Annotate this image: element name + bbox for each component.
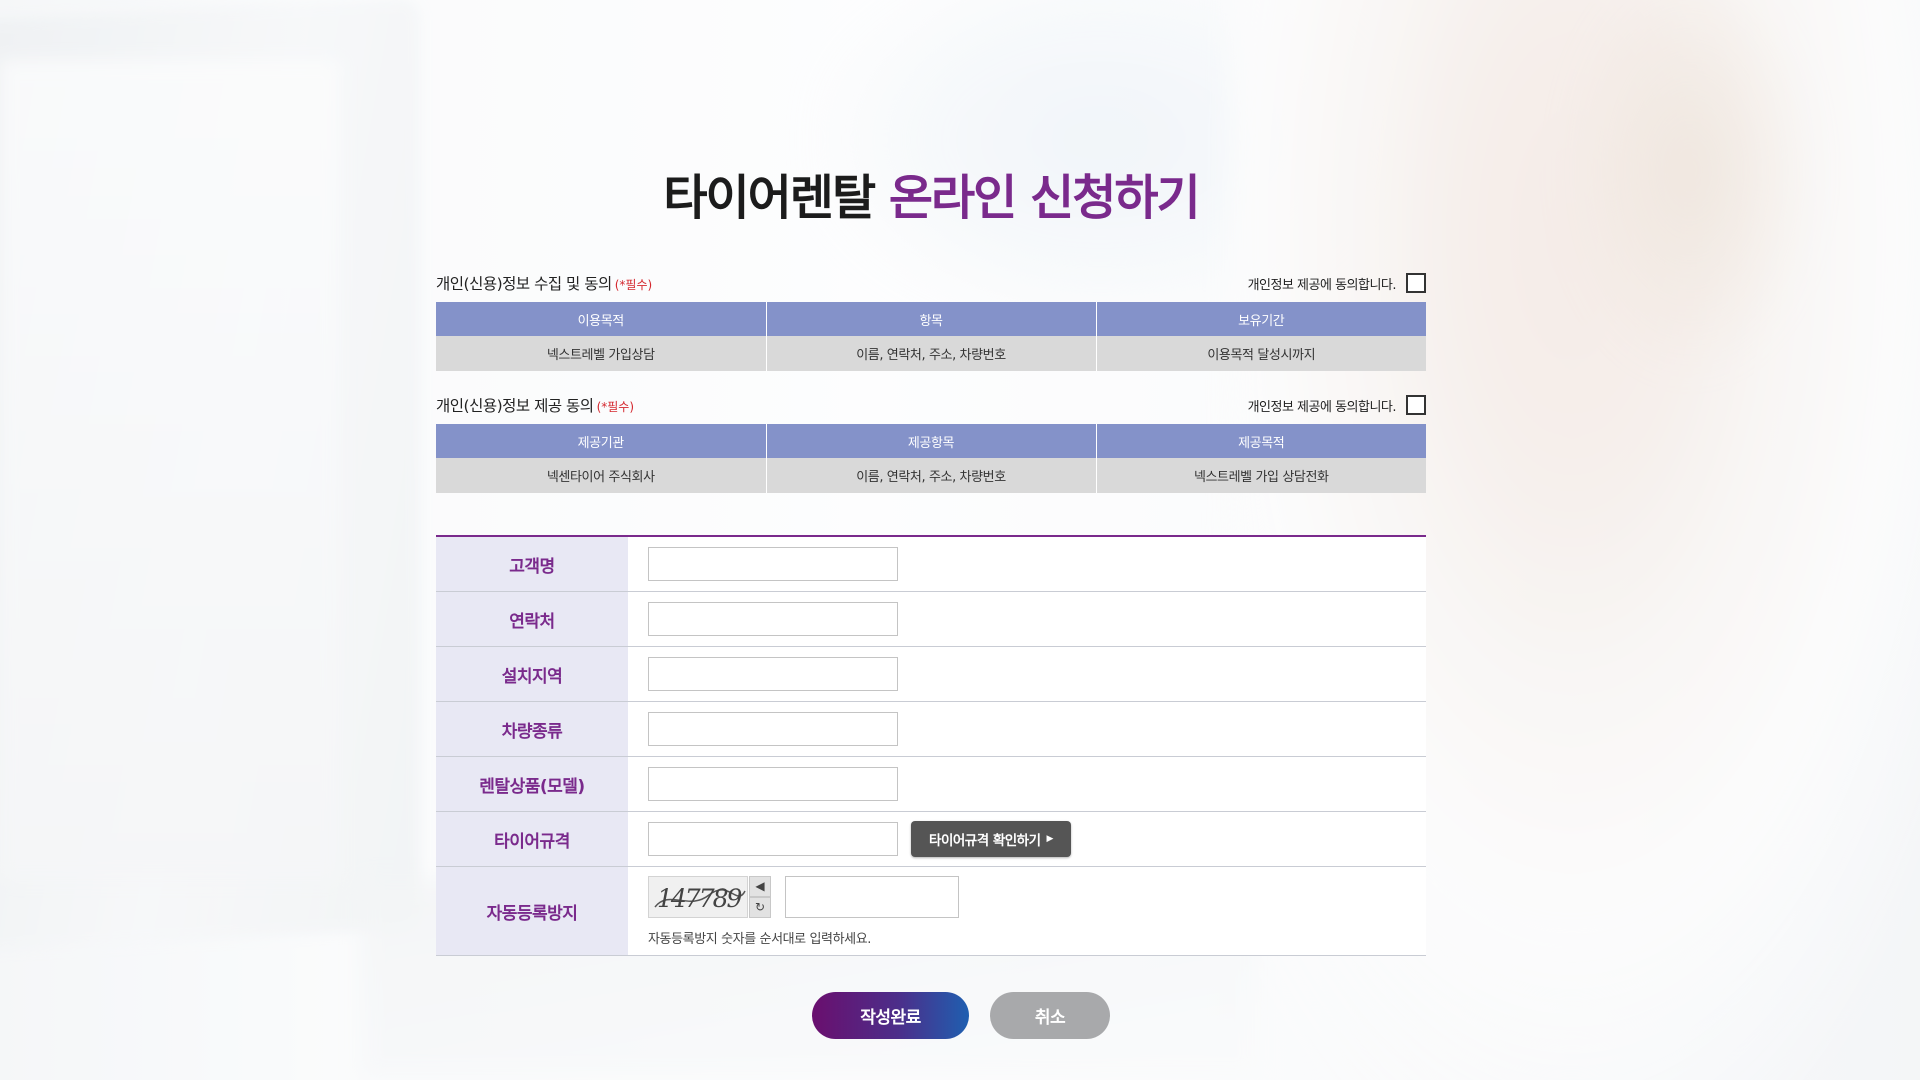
application-form: 타이어렌탈 온라인 신청하기 개인(신용)정보 수집 및 동의 (*필수) 개인정… (436, 0, 1426, 1080)
captcha-image: 147789 (648, 875, 748, 918)
table-header: 항목 (766, 302, 1097, 336)
consent-collect-checkbox[interactable] (1406, 273, 1426, 293)
rental-model-input[interactable] (648, 767, 898, 801)
required-mark: (*필수) (596, 400, 635, 414)
field-label: 타이어규격 (436, 812, 628, 866)
table-cell: 넥스트레벨 가입상담 (436, 336, 767, 371)
cancel-button[interactable]: 취소 (990, 992, 1110, 1039)
form-row-vehicle: 차량종류 (436, 702, 1426, 757)
table-cell: 이름, 연락처, 주소, 차량번호 (766, 458, 1097, 493)
phone-input[interactable] (648, 602, 898, 636)
caret-right-icon: ▶ (1046, 834, 1054, 844)
consent-collect-header: 개인(신용)정보 수집 및 동의 (*필수) 개인정보 제공에 동의합니다. (436, 271, 1426, 295)
field-label: 고객명 (436, 537, 628, 591)
form-row-tire-spec: 타이어규격 타이어규격 확인하기 ▶ (436, 812, 1426, 867)
form-row-phone: 연락처 (436, 592, 1426, 647)
table-header: 이용목적 (436, 302, 767, 336)
field-label: 차량종류 (436, 702, 628, 756)
table-header: 제공기관 (436, 424, 767, 458)
page-title: 타이어렌탈 온라인 신청하기 (663, 170, 1200, 226)
captcha-input[interactable] (785, 875, 959, 918)
tire-spec-check-button[interactable]: 타이어규격 확인하기 ▶ (911, 821, 1071, 857)
required-mark: (*필수) (614, 278, 653, 292)
customer-form: 고객명 연락처 설치지역 차량종류 렌탈상품(모델) 타이어규격 타이어규격 확… (436, 535, 1426, 956)
captcha-help-text: 자동등록방지 숫자를 순서대로 입력하세요. (648, 931, 872, 947)
form-row-model: 렌탈상품(모델) (436, 757, 1426, 812)
table-cell: 이름, 연락처, 주소, 차량번호 (766, 336, 1097, 371)
table-cell: 넥센타이어 주식회사 (436, 458, 767, 493)
speaker-icon[interactable]: ◀ (749, 875, 771, 897)
captcha-text: 147789 (657, 884, 743, 913)
vehicle-type-input[interactable] (648, 712, 898, 746)
consent-provide-header: 개인(신용)정보 제공 동의 (*필수) 개인정보 제공에 동의합니다. (436, 393, 1426, 417)
field-label: 설치지역 (436, 647, 628, 701)
refresh-icon[interactable]: ↻ (749, 896, 771, 918)
install-region-input[interactable] (648, 657, 898, 691)
consent-provide-table: 제공기관 제공항목 제공목적 넥센타이어 주식회사 이름, 연락처, 주소, 차… (436, 424, 1426, 493)
consent-collect-table: 이용목적 항목 보유기간 넥스트레벨 가입상담 이름, 연락처, 주소, 차량번… (436, 302, 1426, 371)
consent-provide-checkbox[interactable] (1406, 395, 1426, 415)
field-label: 자동등록방지 (436, 867, 628, 955)
table-cell: 넥스트레벨 가입 상담전화 (1096, 458, 1426, 493)
table-cell: 이용목적 달성시까지 (1096, 336, 1426, 371)
consent-provide-label: 개인(신용)정보 제공 동의 (436, 397, 594, 415)
table-header: 보유기간 (1096, 302, 1426, 336)
tire-spec-input[interactable] (648, 822, 898, 856)
consent-collect-agree[interactable]: 개인정보 제공에 동의합니다. (1248, 273, 1426, 293)
form-row-captcha: 자동등록방지 147789 ◀ ↻ 자동등록방지 숫자를 순서대로 입력하세요. (436, 867, 1426, 956)
submit-button[interactable]: 작성완료 (812, 992, 969, 1039)
consent-provide-agree[interactable]: 개인정보 제공에 동의합니다. (1248, 395, 1426, 415)
form-row-region: 설치지역 (436, 647, 1426, 702)
table-header: 제공항목 (766, 424, 1097, 458)
field-label: 연락처 (436, 592, 628, 646)
field-label: 렌탈상품(모델) (436, 757, 628, 811)
consent-collect-label: 개인(신용)정보 수집 및 동의 (436, 275, 612, 293)
customer-name-input[interactable] (648, 547, 898, 581)
agree-label: 개인정보 제공에 동의합니다. (1247, 277, 1397, 293)
table-header: 제공목적 (1096, 424, 1426, 458)
agree-label: 개인정보 제공에 동의합니다. (1247, 399, 1397, 415)
form-row-name: 고객명 (436, 537, 1426, 592)
